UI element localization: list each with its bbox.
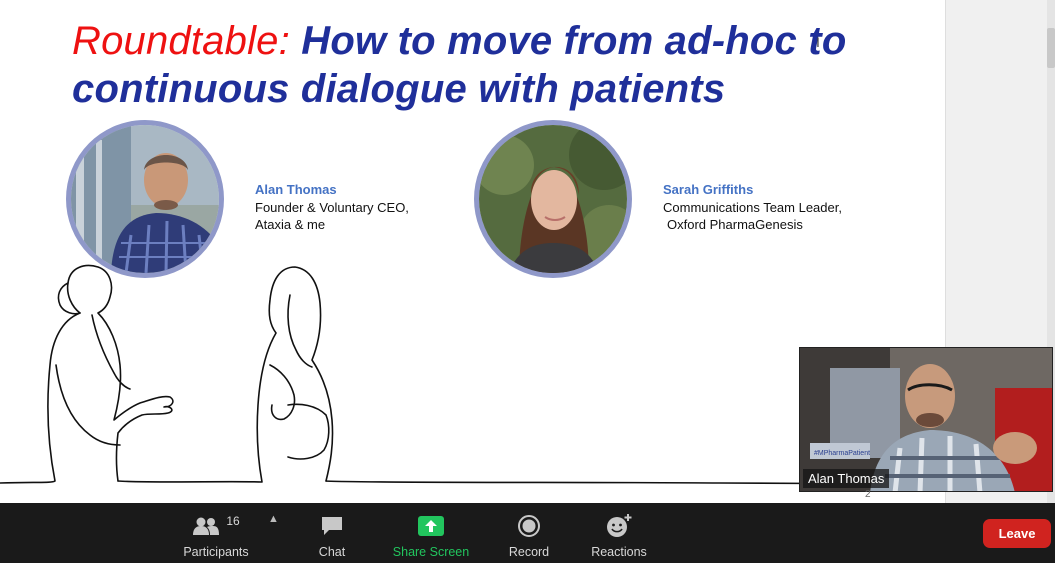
speaker-role-sarah-line-2: Oxford PharmaGenesis (667, 217, 803, 232)
people-icon (193, 517, 220, 535)
scrollbar-thumb[interactable] (1047, 28, 1055, 68)
meeting-toolbar: 16 Participants Chat Share Screen Record (0, 503, 1055, 563)
portrait-woman-icon (479, 125, 627, 273)
participant-name-tag: Alan Thomas (803, 469, 890, 488)
title-text-1: How to move from ad-hoc to (289, 19, 847, 63)
reactions-label: Reactions (591, 545, 647, 559)
record-label: Record (508, 545, 550, 559)
participants-count: 16 (226, 514, 240, 528)
chat-button[interactable]: Chat (305, 503, 359, 563)
speaker-role-sarah-line-1: Communications Team Leader, (663, 200, 842, 215)
portrait-man-icon (71, 125, 219, 273)
text-cursor-icon: I (816, 34, 820, 50)
speaker-name-sarah: Sarah Griffiths (663, 182, 754, 197)
leave-button[interactable]: Leave (983, 519, 1051, 548)
record-button[interactable]: Record (502, 503, 556, 563)
participants-label: Participants (183, 545, 249, 559)
slide-title-line-1: Roundtable: How to move from ad-hoc to (72, 18, 846, 64)
share-screen-button[interactable]: Share Screen (388, 503, 474, 563)
speaker-name-alan: Alan Thomas (255, 182, 337, 197)
reactions-button[interactable]: Reactions (584, 503, 654, 563)
participants-button[interactable]: 16 Participants (172, 503, 260, 563)
wall-sign-text: #MPharmaPatient (814, 450, 870, 457)
slide-title-line-2: continuous dialogue with patients (72, 67, 726, 111)
chat-bubble-icon (322, 517, 342, 535)
title-prefix: Roundtable: (72, 19, 290, 63)
speaker-role-alan-line-1: Founder & Voluntary CEO, (255, 200, 409, 215)
share-screen-label: Share Screen (392, 545, 470, 559)
caret-up-icon[interactable]: ▲ (268, 513, 279, 525)
chat-label: Chat (318, 545, 346, 559)
smiley-plus-icon (607, 514, 632, 537)
share-arrow-up-icon (418, 516, 444, 536)
speaker-role-alan-line-2: Ataxia & me (255, 217, 326, 232)
page-number: 2 (865, 489, 871, 500)
record-circle-icon (518, 515, 540, 537)
participant-video-tile[interactable]: #MPharmaPatient Alan Thomas (799, 347, 1053, 492)
